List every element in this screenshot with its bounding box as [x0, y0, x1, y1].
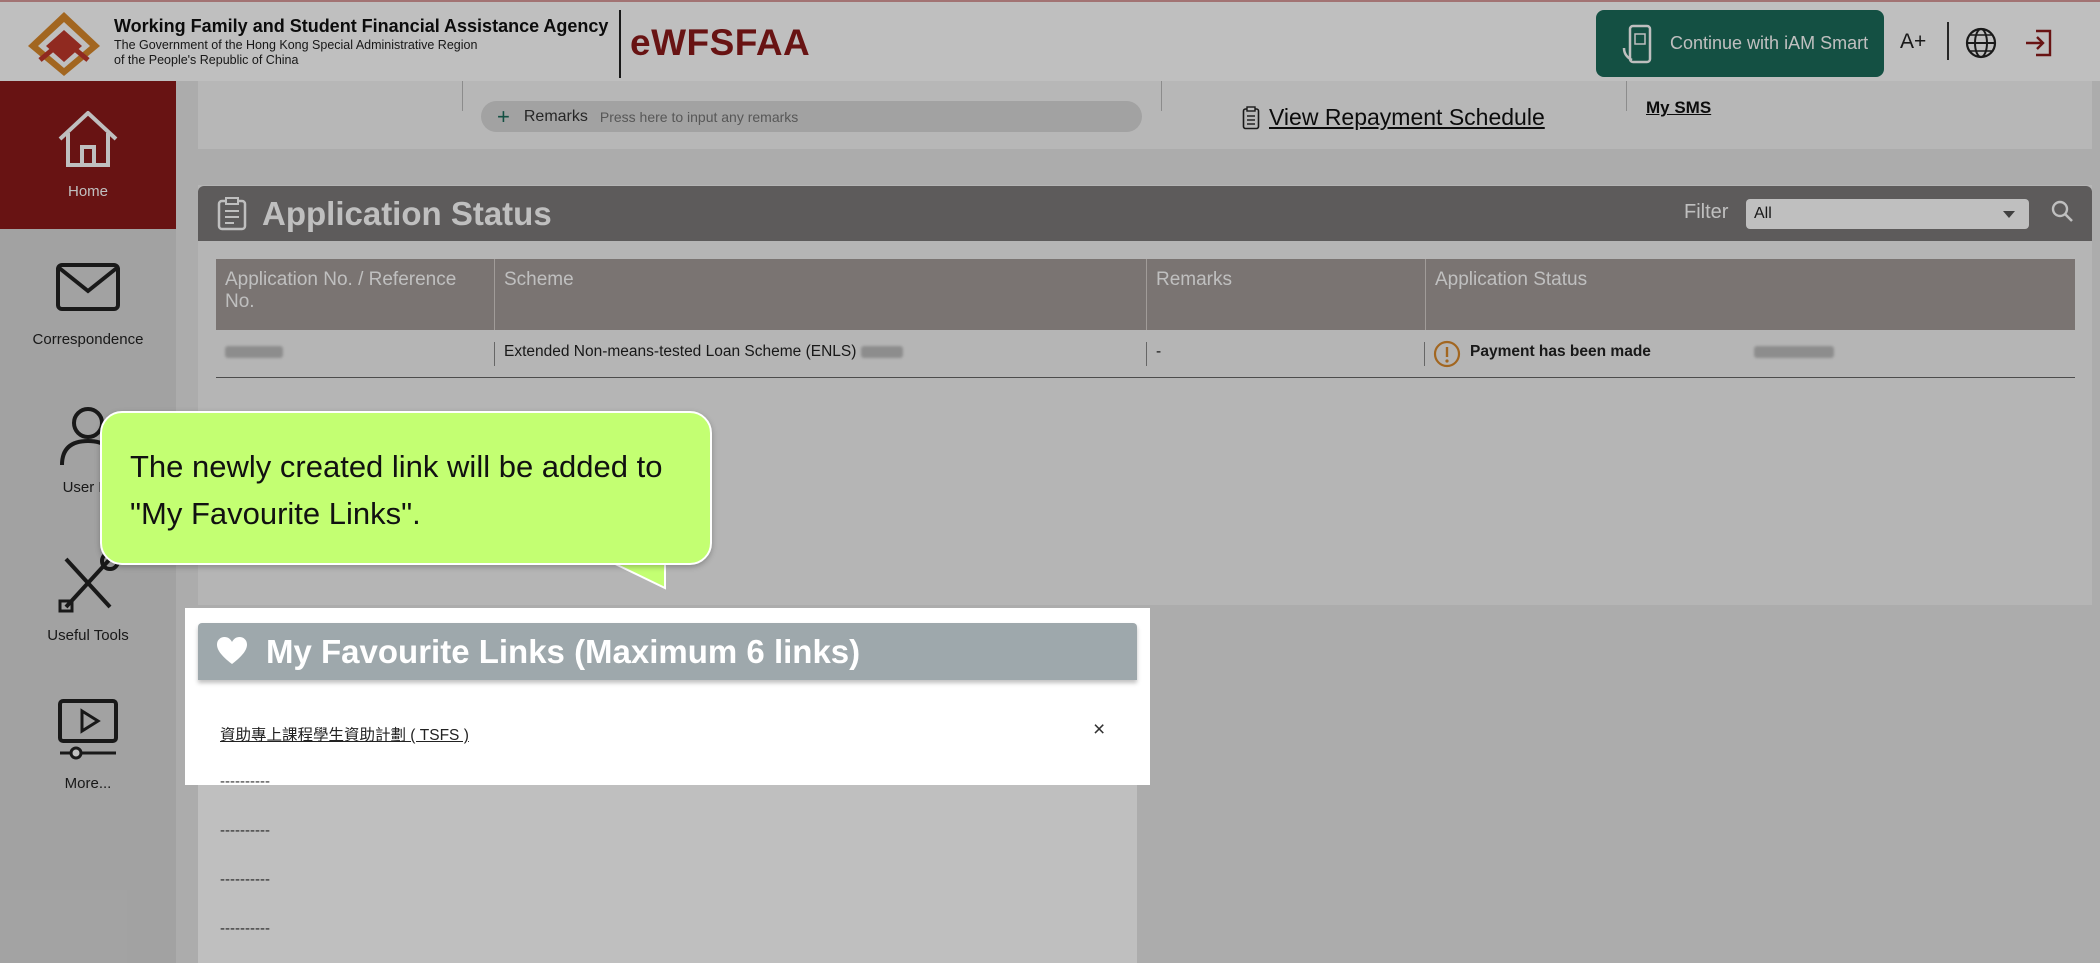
tutorial-overlay [0, 608, 185, 785]
favourite-links-titlebar: My Favourite Links (Maximum 6 links) [198, 623, 1137, 680]
heart-icon [217, 637, 247, 664]
favourite-link-tsfs[interactable]: 資助專上課程學生資助計劃 ( TSFS ) [220, 723, 469, 745]
tutorial-overlay [1150, 608, 2100, 785]
tutorial-overlay [0, 785, 2100, 963]
remove-link-button[interactable]: × [1093, 718, 1105, 742]
favourite-links-title: My Favourite Links (Maximum 6 links) [266, 633, 861, 670]
callout-text: The newly created link will be added to … [130, 449, 663, 531]
tutorial-callout: The newly created link will be added to … [100, 411, 712, 565]
